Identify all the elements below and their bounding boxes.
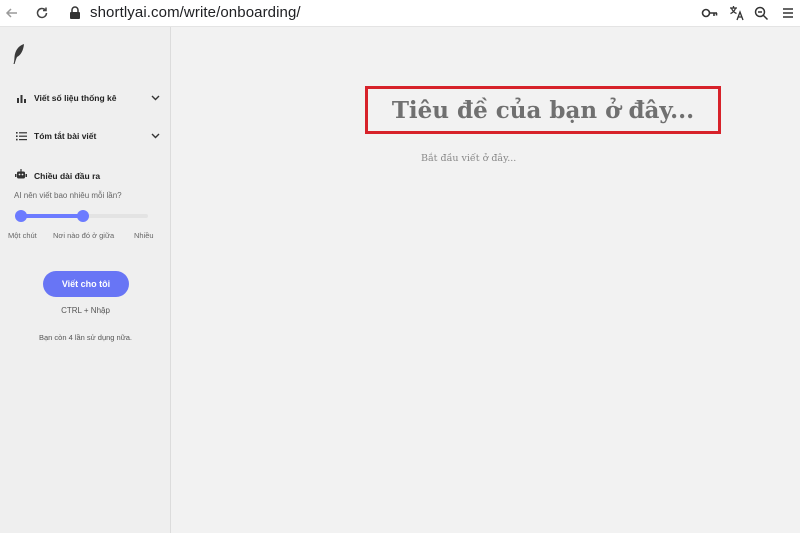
reload-icon[interactable]: [32, 3, 52, 23]
slider-handle-max[interactable]: [77, 210, 89, 222]
bar-chart-icon: [15, 92, 27, 104]
browser-toolbar: shortlyai.com/write/onboarding/: [0, 0, 800, 27]
slider-tick-label: Nhiều: [134, 231, 154, 240]
key-icon[interactable]: [700, 3, 720, 23]
slider-tick-label: Nơi nào đó ở giữa: [53, 231, 115, 240]
remaining-uses-text: Bạn còn 4 lần sử dụng nữa.: [38, 333, 133, 342]
output-length-title: Chiều dài đầu ra: [34, 171, 101, 181]
output-length-heading: Chiều dài đầu ra: [15, 167, 100, 185]
slider-tick-label: Một chút: [8, 231, 37, 240]
stats-menu-item[interactable]: Viết số liệu thống kê: [15, 89, 160, 107]
zoom-icon[interactable]: [751, 3, 771, 23]
slider-handle-min[interactable]: [15, 210, 27, 222]
title-highlight-box: Tiêu đề của bạn ở đây...: [365, 86, 721, 134]
back-arrow-icon[interactable]: [2, 3, 22, 23]
editor-area: Tiêu đề của bạn ở đây... Bắt đầu viết ở …: [172, 27, 800, 533]
write-for-me-button[interactable]: Viết cho tôi: [43, 271, 129, 297]
address-bar-url[interactable]: shortlyai.com/write/onboarding/: [90, 4, 301, 21]
summary-menu-item[interactable]: Tóm tắt bài viết: [15, 127, 160, 145]
body-editor[interactable]: Bắt đầu viết ở đây...: [421, 153, 516, 164]
title-input[interactable]: Tiêu đề của bạn ở đây...: [392, 97, 694, 124]
list-icon: [15, 130, 27, 142]
summary-menu-label: Tóm tắt bài viết: [34, 131, 97, 141]
chevron-down-icon[interactable]: [150, 131, 160, 141]
lock-icon[interactable]: [65, 3, 85, 23]
robot-icon: [15, 167, 27, 185]
length-range-slider[interactable]: [15, 207, 150, 225]
menu-icon[interactable]: [778, 3, 798, 23]
chevron-down-icon[interactable]: [150, 93, 160, 103]
slider-fill: [20, 214, 84, 218]
keyboard-shortcut-hint: CTRL + Nhập: [61, 306, 110, 315]
feather-icon[interactable]: [12, 43, 26, 70]
sidebar: Viết số liệu thống kê Tóm tắt bài viết C…: [0, 27, 171, 533]
stats-menu-label: Viết số liệu thống kê: [34, 93, 117, 103]
output-length-question: AI nên viết bao nhiêu mỗi lần?: [14, 191, 122, 200]
translate-icon[interactable]: [727, 3, 747, 23]
